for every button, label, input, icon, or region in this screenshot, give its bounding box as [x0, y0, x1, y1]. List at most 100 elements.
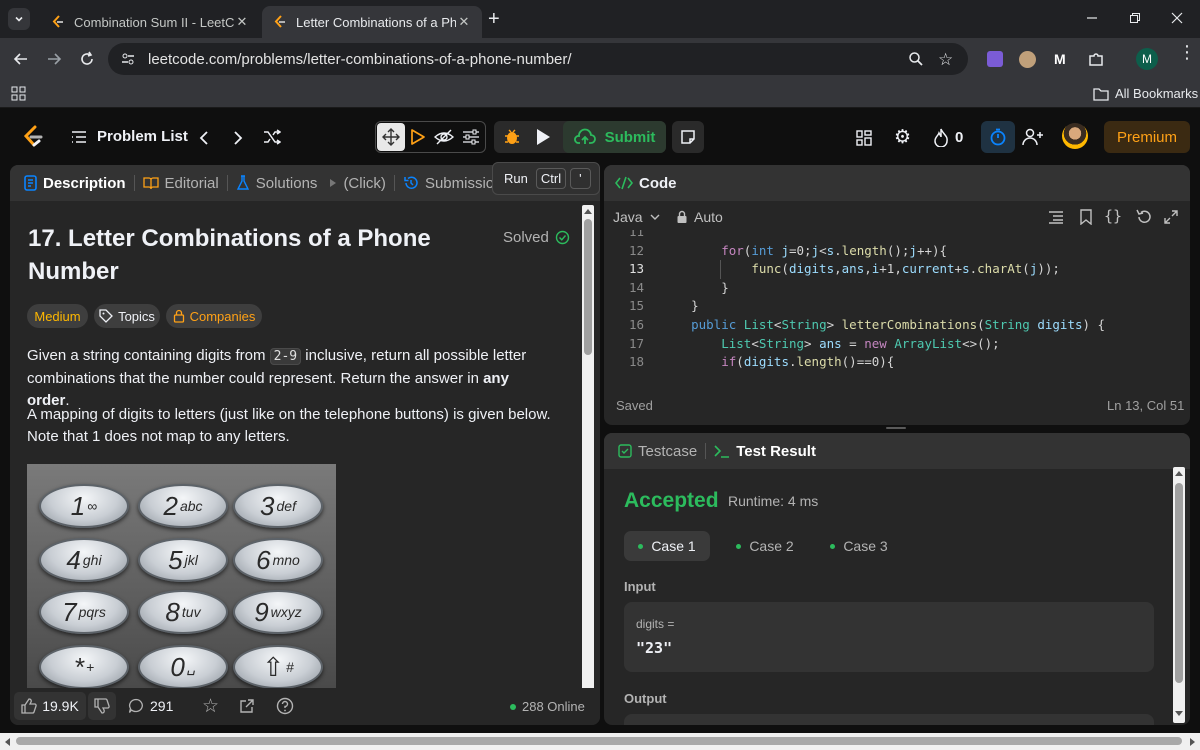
- streak-counter[interactable]: 0: [933, 128, 963, 147]
- comments-button[interactable]: 291: [128, 698, 173, 714]
- notes-button[interactable]: [672, 121, 704, 153]
- case-1-tab[interactable]: Case 1: [624, 531, 710, 561]
- extensions-puzzle-icon[interactable]: [1087, 50, 1105, 68]
- scroll-up-icon[interactable]: [1175, 470, 1183, 476]
- code-line: for(int j=0;j<s.length();j++){: [721, 242, 948, 258]
- url-field[interactable]: leetcode.com/problems/letter-combination…: [108, 43, 968, 75]
- profile-avatar[interactable]: M: [1136, 48, 1158, 70]
- phone-keypad-image: 1 ∞ 2 abc 3 def 4 ghi 5 jkl 6 mno 7 pqrs 8 tuv 9 wxyz * +0 ␣…: [27, 464, 336, 688]
- tab-testcase[interactable]: Testcase: [618, 443, 697, 460]
- description-scrollbar[interactable]: [582, 205, 594, 715]
- close-window-icon[interactable]: [1170, 11, 1184, 25]
- help-icon[interactable]: [276, 697, 294, 715]
- keypad-key: 1 ∞: [39, 484, 129, 528]
- input-var-name: digits =: [636, 617, 675, 631]
- extension-icon-1[interactable]: [987, 51, 1003, 67]
- layout-icon[interactable]: [856, 130, 872, 146]
- case-3-tab[interactable]: Case 3: [816, 531, 902, 561]
- reload-icon[interactable]: [78, 50, 96, 68]
- add-friend-icon[interactable]: [1022, 128, 1044, 146]
- vertical-resize-handle[interactable]: [886, 427, 906, 429]
- tab-editorial[interactable]: Editorial: [142, 175, 219, 192]
- scroll-thumb[interactable]: [584, 219, 592, 355]
- line-number: 13: [628, 261, 644, 277]
- apps-grid-icon[interactable]: [11, 86, 26, 101]
- settings-gear-icon[interactable]: ⚙: [894, 128, 911, 147]
- forward-icon[interactable]: [45, 50, 63, 68]
- prev-problem-icon[interactable]: [197, 130, 211, 146]
- fullscreen-icon[interactable]: [1164, 210, 1178, 224]
- thumbs-up-icon: [21, 698, 37, 714]
- result-scrollbar[interactable]: [1173, 467, 1185, 723]
- browser-menu-icon[interactable]: ⋮: [1178, 43, 1196, 61]
- online-count: 288 Online: [510, 699, 585, 714]
- case-2-tab[interactable]: Case 2: [722, 531, 808, 561]
- back-icon[interactable]: [12, 50, 30, 68]
- close-tab-icon[interactable]: ✕: [456, 14, 472, 30]
- braces-icon[interactable]: {}: [1104, 207, 1122, 225]
- extension-icon-3[interactable]: M: [1054, 51, 1066, 67]
- drag-move-icon[interactable]: [377, 123, 405, 151]
- scroll-down-icon[interactable]: [1175, 711, 1183, 717]
- like-button[interactable]: 19.9K: [14, 692, 86, 720]
- reset-icon[interactable]: [1136, 209, 1152, 225]
- tab-search-button[interactable]: [8, 8, 30, 30]
- h-scroll-thumb[interactable]: [16, 737, 1182, 745]
- site-info-icon[interactable]: [120, 51, 136, 67]
- input-label: Input: [624, 579, 656, 594]
- case-label: Case 2: [749, 538, 794, 554]
- topics-tag[interactable]: Topics: [94, 304, 160, 328]
- output-label: Output: [624, 691, 667, 706]
- hide-eye-icon[interactable]: [434, 129, 454, 145]
- bookmarks-bar: All Bookmarks: [0, 80, 1200, 108]
- debugger-bug-icon[interactable]: [503, 128, 521, 146]
- tab-description[interactable]: Description: [24, 175, 126, 192]
- flask-icon: [236, 175, 249, 190]
- submit-button[interactable]: Submit: [563, 121, 666, 153]
- next-problem-icon[interactable]: [231, 130, 245, 146]
- test-result-panel: Testcase Test Result Accepted Runtime: 4…: [604, 433, 1190, 725]
- key-digit: 5: [168, 544, 183, 575]
- dislike-button[interactable]: [88, 692, 116, 720]
- user-avatar[interactable]: [1062, 123, 1088, 149]
- close-tab-icon[interactable]: ✕: [234, 14, 250, 30]
- extension-icon-2[interactable]: [1019, 51, 1036, 68]
- restore-icon[interactable]: [1128, 11, 1142, 25]
- problem-list-button[interactable]: Problem List: [70, 128, 188, 145]
- tab-test-result[interactable]: Test Result: [714, 443, 816, 460]
- tab-solutions[interactable]: Solutions: [236, 175, 317, 192]
- premium-button[interactable]: Premium: [1104, 121, 1190, 153]
- bookmark-star-icon[interactable]: ☆: [938, 50, 953, 70]
- language-select[interactable]: Java: [613, 209, 661, 225]
- browser-tab-1[interactable]: Combination Sum II - LeetCode ✕: [40, 6, 260, 38]
- bookmark-icon[interactable]: [1080, 209, 1092, 225]
- run-button[interactable]: [534, 127, 552, 147]
- page-horizontal-scrollbar[interactable]: [0, 733, 1200, 750]
- timer-button[interactable]: [981, 121, 1015, 153]
- scroll-left-icon[interactable]: [4, 738, 10, 746]
- tab-divider: [393, 175, 395, 191]
- share-icon[interactable]: [239, 698, 255, 714]
- shuffle-icon[interactable]: [263, 129, 281, 145]
- settings-sliders-icon[interactable]: [462, 129, 480, 145]
- leetcode-logo-icon[interactable]: [22, 125, 44, 149]
- auto-mode[interactable]: Auto: [676, 209, 723, 225]
- companies-label: Companies: [189, 308, 256, 324]
- zoom-icon[interactable]: [908, 51, 924, 67]
- all-bookmarks-button[interactable]: All Bookmarks: [1093, 86, 1198, 101]
- streak-count: 0: [955, 129, 964, 146]
- scroll-up-icon[interactable]: [584, 208, 592, 214]
- format-icon[interactable]: [1048, 210, 1064, 224]
- scroll-right-icon[interactable]: [1190, 738, 1196, 746]
- scroll-thumb[interactable]: [1175, 483, 1183, 683]
- minimize-icon[interactable]: [1085, 11, 1099, 25]
- note-icon: [681, 130, 695, 144]
- keypad-key: 2 abc: [138, 484, 228, 528]
- run-outline-icon[interactable]: [409, 128, 427, 146]
- lock-icon: [173, 309, 184, 323]
- favorite-star-icon[interactable]: ☆: [202, 695, 219, 718]
- new-tab-button[interactable]: +: [488, 8, 500, 31]
- browser-tab-2[interactable]: Letter Combinations of a Phone ✕: [262, 6, 482, 38]
- key-letters: jkl: [184, 552, 198, 568]
- companies-tag[interactable]: Companies: [166, 304, 262, 328]
